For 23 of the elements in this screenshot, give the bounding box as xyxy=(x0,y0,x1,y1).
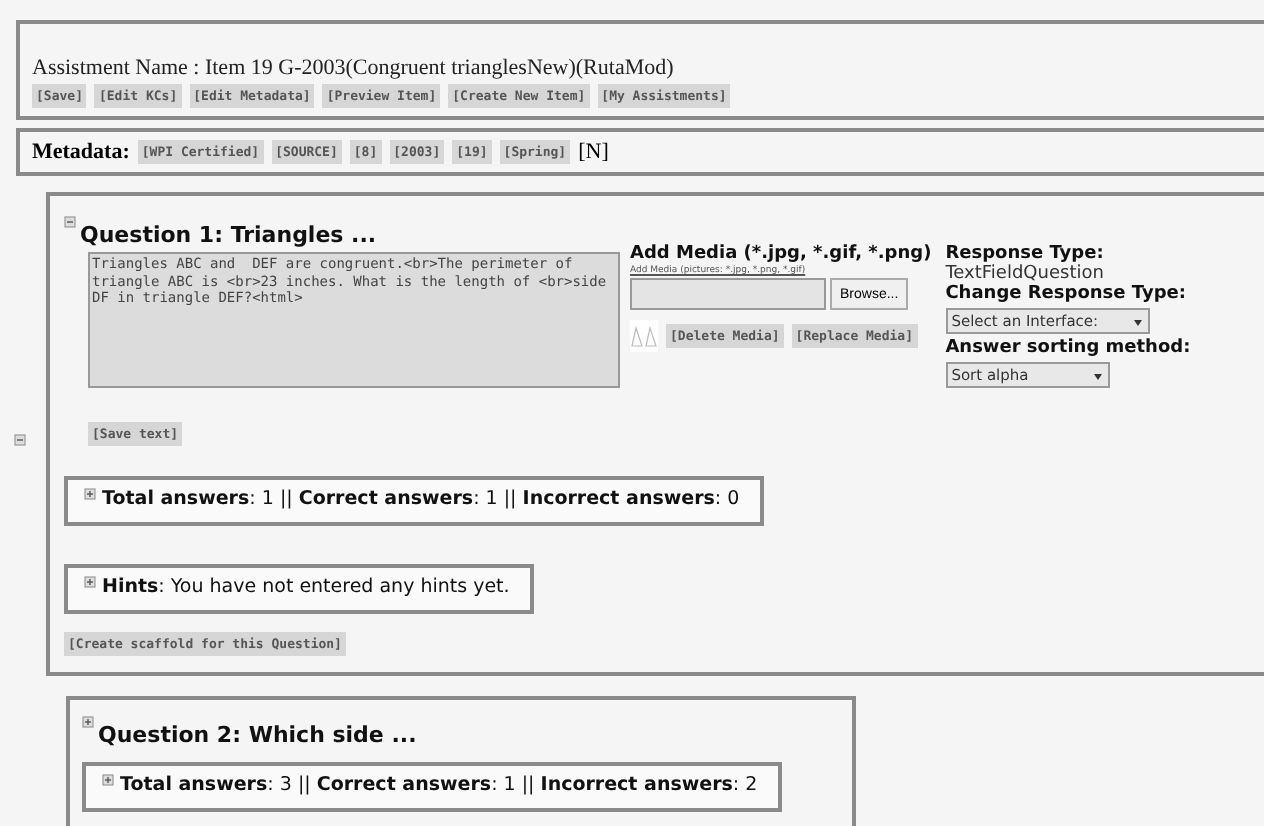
response-type-value: TextFieldQuestion xyxy=(945,264,1106,284)
summary-text: Total answers: 3 || Correct answers: 1 || Incorrect answers: 2 xyxy=(120,774,758,796)
collapse-icon[interactable] xyxy=(64,216,76,228)
summary-text: Hints: You have not entered any hints yet. xyxy=(102,576,510,598)
assistment-name: Assistment Name : Item 19 G-2003(Congruent trianglesNew)(RutaMod) xyxy=(32,56,676,80)
dropdown-arrow-icon xyxy=(1091,369,1104,381)
triangles-thumbnail-icon xyxy=(630,320,658,352)
response-type-label: Response Type: xyxy=(945,244,1106,264)
metadata-value: [N] xyxy=(578,140,609,164)
change-response-type-label: Change Response Type: xyxy=(945,284,1188,304)
question-title[interactable]: Question 2: Which side ... xyxy=(98,722,417,748)
summary-text: Total answers: 1 || Correct answers: 1 || Incorrect answers: 0 xyxy=(102,488,740,510)
expand-icon[interactable] xyxy=(84,488,96,500)
dropdown-arrow-icon xyxy=(1131,315,1144,327)
expand-icon[interactable] xyxy=(84,576,96,588)
add-media-heading: Add Media (*.jpg, *.gif, *.png) xyxy=(630,244,932,264)
file-input-field[interactable] xyxy=(630,278,826,310)
expand-icon[interactable] xyxy=(82,716,94,728)
answer-sorting-label: Answer sorting method: xyxy=(945,338,1191,358)
collapse-icon[interactable] xyxy=(14,433,26,445)
expand-icon[interactable] xyxy=(102,774,114,786)
question-title[interactable]: Question 1: Triangles ... xyxy=(80,222,377,248)
metadata-label: Metadata: xyxy=(32,140,130,164)
